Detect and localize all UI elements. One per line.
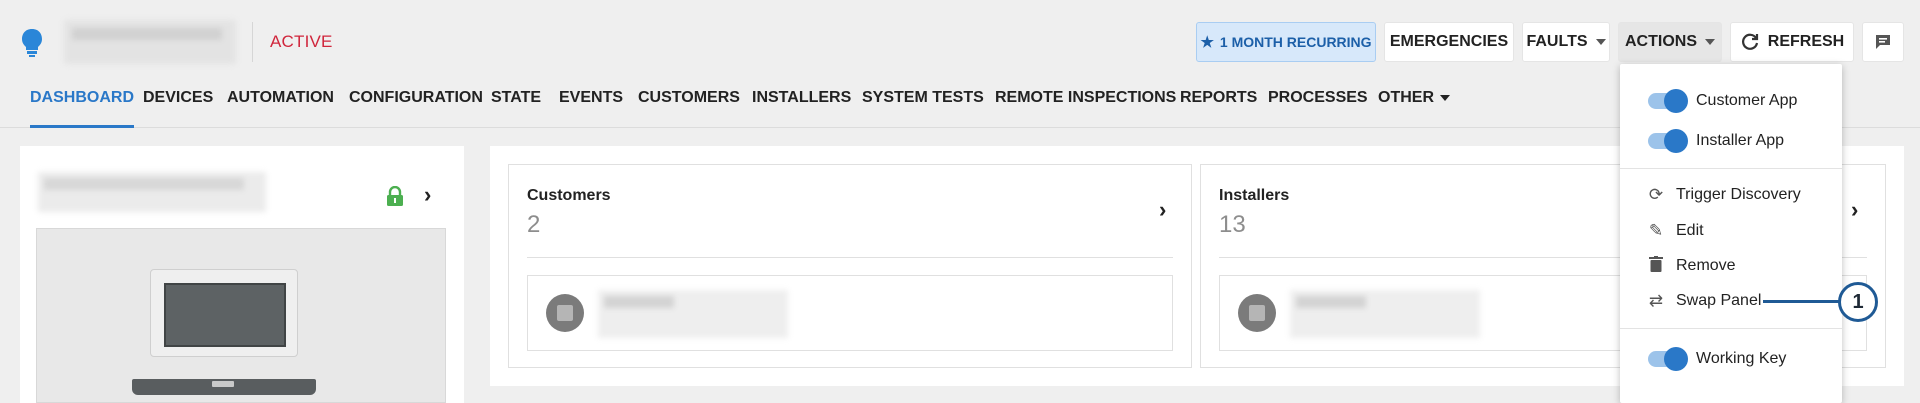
pencil-icon: ✎ bbox=[1648, 221, 1664, 240]
faults-button[interactable]: FAULTS bbox=[1522, 22, 1610, 62]
recurring-plan-button[interactable]: ★ 1 MONTH RECURRING bbox=[1196, 22, 1376, 62]
tab-events[interactable]: EVENTS bbox=[559, 84, 623, 128]
faults-label: FAULTS bbox=[1526, 33, 1588, 50]
menu-item-label: Edit bbox=[1676, 222, 1704, 239]
tab-remote-inspections[interactable]: REMOTE INSPECTIONS bbox=[995, 84, 1176, 128]
avatar bbox=[1238, 294, 1276, 332]
installers-count: 13 bbox=[1219, 211, 1246, 238]
actions-button[interactable]: ACTIONS bbox=[1618, 22, 1722, 62]
caret-down-icon bbox=[1705, 39, 1715, 45]
tab-configuration[interactable]: CONFIGURATION bbox=[349, 84, 483, 128]
tab-customers[interactable]: CUSTOMERS bbox=[638, 84, 740, 128]
installers-title: Installers bbox=[1219, 187, 1290, 204]
tab-devices[interactable]: DEVICES bbox=[143, 84, 213, 128]
menu-item-label: Trigger Discovery bbox=[1676, 186, 1801, 203]
lightbulb-icon bbox=[22, 29, 42, 57]
header-divider bbox=[252, 22, 253, 62]
site-name-redacted bbox=[64, 20, 236, 64]
menu-item-label: Swap Panel bbox=[1676, 292, 1762, 309]
chevron-right-icon[interactable]: › bbox=[1159, 197, 1166, 223]
trash-icon bbox=[1646, 255, 1666, 277]
working-key-toggle[interactable] bbox=[1648, 347, 1688, 371]
actions-label: ACTIONS bbox=[1625, 33, 1697, 50]
divider bbox=[527, 257, 1173, 258]
tab-other-label: OTHER bbox=[1378, 89, 1434, 106]
menu-item-trigger-discovery[interactable]: ⟳ Trigger Discovery bbox=[1620, 178, 1842, 212]
refresh-label: REFRESH bbox=[1767, 33, 1845, 50]
recurring-plan-label: 1 MONTH RECURRING bbox=[1219, 34, 1372, 50]
menu-item-edit[interactable]: ✎ Edit bbox=[1620, 214, 1842, 248]
menu-item-label: Remove bbox=[1676, 257, 1736, 274]
callout-marker: 1 bbox=[1838, 282, 1878, 322]
refresh-icon bbox=[1741, 33, 1758, 50]
menu-item-customer-app[interactable]: Customer App bbox=[1620, 84, 1842, 118]
lock-icon bbox=[387, 186, 403, 206]
chevron-right-icon[interactable]: › bbox=[424, 182, 431, 208]
chevron-right-icon[interactable]: › bbox=[1851, 197, 1858, 223]
refresh-button[interactable]: REFRESH bbox=[1730, 22, 1854, 62]
avatar bbox=[546, 294, 584, 332]
menu-item-installer-app[interactable]: Installer App bbox=[1620, 124, 1842, 158]
chat-icon bbox=[1876, 35, 1890, 49]
device-illustration bbox=[150, 269, 298, 357]
status-badge: ACTIVE bbox=[270, 32, 333, 51]
list-item[interactable] bbox=[527, 275, 1173, 351]
menu-item-label: Installer App bbox=[1696, 132, 1785, 149]
menu-item-label: Working Key bbox=[1696, 350, 1787, 367]
tab-other[interactable]: OTHER bbox=[1378, 84, 1450, 128]
tab-processes[interactable]: PROCESSES bbox=[1268, 84, 1368, 128]
caret-down-icon bbox=[1440, 94, 1450, 101]
person-details-redacted bbox=[1290, 290, 1480, 338]
device-base bbox=[132, 379, 316, 395]
customer-app-toggle[interactable] bbox=[1648, 89, 1688, 113]
tab-installers[interactable]: INSTALLERS bbox=[752, 84, 851, 128]
swap-icon: ⇄ bbox=[1648, 291, 1664, 310]
menu-divider bbox=[1620, 328, 1842, 329]
customers-count: 2 bbox=[527, 211, 541, 238]
panel-summary-card: › bbox=[20, 146, 464, 403]
tab-state[interactable]: STATE bbox=[491, 84, 541, 128]
customers-title: Customers bbox=[527, 187, 611, 204]
messages-button[interactable] bbox=[1862, 22, 1904, 62]
star-icon: ★ bbox=[1200, 34, 1214, 51]
emergencies-label: EMERGENCIES bbox=[1389, 33, 1509, 50]
panel-name-redacted bbox=[38, 172, 266, 212]
sync-icon: ⟳ bbox=[1648, 185, 1664, 204]
actions-menu: Customer App Installer App ⟳ Trigger Dis… bbox=[1620, 64, 1842, 403]
menu-item-label: Customer App bbox=[1696, 92, 1798, 109]
tab-dashboard[interactable]: DASHBOARD bbox=[30, 84, 134, 128]
menu-divider bbox=[1620, 168, 1842, 169]
caret-down-icon bbox=[1595, 39, 1606, 45]
emergencies-button[interactable]: EMERGENCIES bbox=[1384, 22, 1514, 62]
menu-item-remove[interactable]: Remove bbox=[1620, 249, 1842, 283]
person-details-redacted bbox=[598, 290, 788, 338]
callout-line bbox=[1763, 300, 1839, 303]
tab-reports[interactable]: REPORTS bbox=[1180, 84, 1257, 128]
menu-item-working-key[interactable]: Working Key bbox=[1620, 342, 1842, 376]
installer-app-toggle[interactable] bbox=[1648, 129, 1688, 153]
tab-automation[interactable]: AUTOMATION bbox=[227, 84, 334, 128]
panel-device-image bbox=[36, 228, 446, 403]
device-screen bbox=[164, 283, 286, 347]
customers-card: Customers 2 › bbox=[508, 164, 1192, 368]
tab-system-tests[interactable]: SYSTEM TESTS bbox=[862, 84, 984, 128]
